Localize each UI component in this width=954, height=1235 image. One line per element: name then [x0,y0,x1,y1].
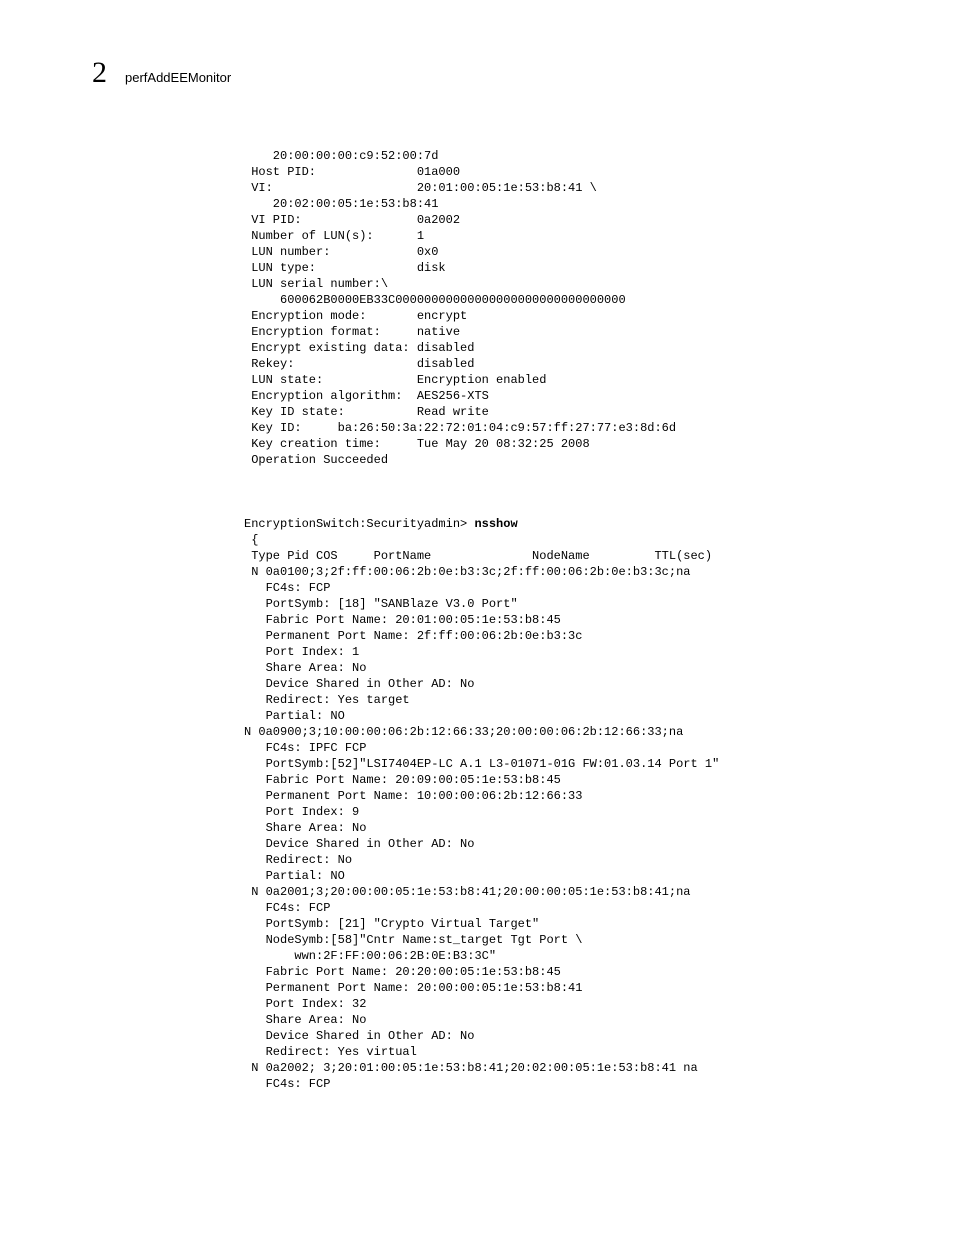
command-prompt-prefix: EncryptionSwitch:Securityadmin> [244,517,474,531]
page-header: 2 perfAddEEMonitor [0,0,954,90]
terminal-block-2: { Type Pid COS PortName NodeName TTL(sec… [244,533,719,1091]
chapter-number: 2 [92,56,107,90]
terminal-block-1: 20:00:00:00:c9:52:00:7d Host PID: 01a000… [244,149,676,467]
command-name: nsshow [474,517,517,531]
page-title: perfAddEEMonitor [125,70,231,85]
content-body: 20:00:00:00:c9:52:00:7d Host PID: 01a000… [0,90,954,1092]
